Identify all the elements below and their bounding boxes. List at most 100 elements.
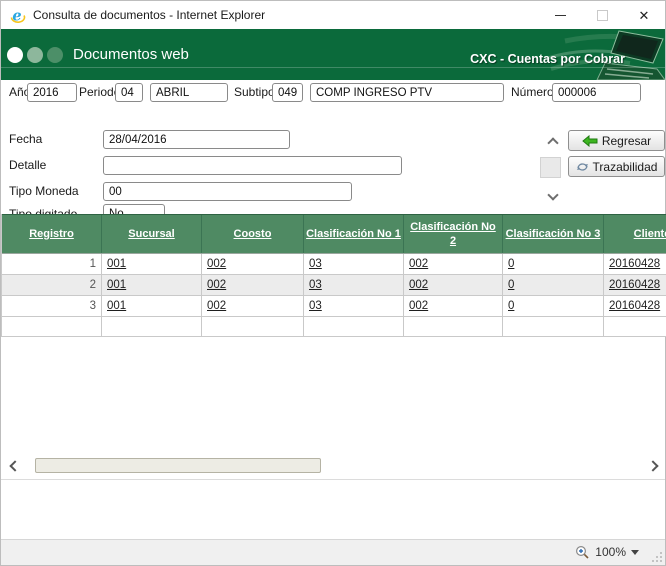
coosto-link[interactable]: 002 — [207, 300, 226, 312]
column-header-sucursal[interactable]: Sucursal — [102, 215, 202, 253]
maximize-icon — [596, 9, 608, 21]
column-header-cliente[interactable]: Cliente — [604, 215, 666, 253]
periodo-name-input[interactable] — [150, 83, 228, 102]
resize-grip-icon[interactable] — [651, 551, 663, 563]
clasificacion1-link[interactable]: 03 — [309, 279, 322, 291]
dot-green-icon — [47, 47, 63, 63]
cell-cliente: 20160428 — [604, 296, 666, 317]
cell-coosto: 002 — [202, 254, 304, 275]
cell-sucursal: 001 — [102, 254, 202, 275]
clasificacion3-link[interactable]: 0 — [508, 279, 514, 291]
sucursal-link[interactable]: 001 — [107, 300, 126, 312]
cell-clasificacion-3: 0 — [503, 254, 604, 275]
zoom-control[interactable]: 100% — [575, 540, 639, 564]
cell-cliente: 20160428 — [604, 275, 666, 296]
tipo-moneda-input[interactable] — [103, 182, 352, 201]
clasificacion2-link[interactable]: 002 — [409, 300, 428, 312]
cell-clasificacion-1: 03 — [304, 254, 404, 275]
cell-clasificacion-3: 0 — [503, 296, 604, 317]
cell-sucursal: 001 — [102, 275, 202, 296]
close-icon: ✕ — [638, 7, 650, 23]
subtipo-code-input[interactable] — [272, 83, 303, 102]
numero-input[interactable] — [552, 83, 641, 102]
periodo-code-input[interactable] — [115, 83, 143, 102]
header-divider-line — [1, 67, 665, 68]
window-controls: ✕ — [539, 1, 665, 29]
svg-text:e: e — [12, 7, 21, 23]
frame-divider — [1, 479, 665, 480]
column-header-coosto[interactable]: Coosto — [202, 215, 304, 253]
coosto-link[interactable]: 002 — [207, 258, 226, 270]
tipo-moneda-label: Tipo Moneda — [9, 184, 79, 198]
app-header: Documentos web CXC - Cuentas por Cobrar — [1, 29, 665, 80]
header-dots — [7, 47, 63, 63]
regresar-button[interactable]: Regresar — [568, 130, 665, 151]
detalle-input[interactable] — [103, 156, 402, 175]
cell-clasificacion-1: 03 — [304, 275, 404, 296]
coosto-link[interactable]: 002 — [207, 279, 226, 291]
hscroll-right-icon[interactable] — [647, 460, 659, 472]
cell-cliente: 20160428 — [604, 254, 666, 275]
clasificacion3-link[interactable]: 0 — [508, 300, 514, 312]
minimize-button[interactable] — [539, 1, 581, 29]
clasificacion1-link[interactable]: 03 — [309, 300, 322, 312]
dot-white-icon — [7, 47, 23, 63]
column-header-clasificacion-1[interactable]: Clasificación No 1 — [304, 215, 404, 253]
trazabilidad-label: Trazabilidad — [592, 159, 658, 174]
status-bar: 100% — [1, 539, 665, 565]
trazabilidad-button[interactable]: Trazabilidad — [568, 156, 665, 177]
cell-clasificacion-3: 0 — [503, 275, 604, 296]
numero-label: Número — [511, 85, 554, 99]
magnifier-zoom-icon — [576, 545, 589, 559]
cliente-link[interactable]: 20160428 — [609, 279, 660, 291]
ano-input[interactable] — [27, 83, 77, 102]
table-header-row: Registro Sucursal Coosto Clasificación N… — [2, 214, 666, 254]
scroll-down-icon[interactable] — [547, 189, 559, 201]
cell-registro: 1 — [2, 254, 102, 275]
hscroll-thumb[interactable] — [35, 458, 321, 473]
column-header-clasificacion-2[interactable]: Clasificación No 2 — [404, 215, 503, 253]
close-button[interactable]: ✕ — [623, 1, 665, 29]
cell-coosto: 002 — [202, 296, 304, 317]
fecha-label: Fecha — [9, 132, 43, 146]
cell-registro: 2 — [2, 275, 102, 296]
cell-clasificacion-2: 002 — [404, 275, 503, 296]
cell-coosto: 002 — [202, 275, 304, 296]
documents-table: Registro Sucursal Coosto Clasificación N… — [1, 214, 666, 337]
subtipo-label: Subtipo — [234, 85, 275, 99]
window-title: Consulta de documentos - Internet Explor… — [33, 8, 266, 22]
dot-lightgreen-icon — [27, 47, 43, 63]
table-row: 2 001 002 03 002 0 20160428 — [2, 275, 666, 296]
trace-icon — [576, 162, 588, 171]
column-header-clasificacion-3[interactable]: Clasificación No 3 — [503, 215, 604, 253]
zoom-level: 100% — [595, 545, 626, 559]
hscroll-left-icon[interactable] — [9, 460, 21, 472]
cliente-link[interactable]: 20160428 — [609, 258, 660, 270]
sucursal-link[interactable]: 001 — [107, 279, 126, 291]
table-row-empty — [2, 317, 666, 337]
title-bar: e Consulta de documentos - Internet Expl… — [1, 1, 665, 29]
page-title: Documentos web — [73, 46, 189, 63]
column-header-registro[interactable]: Registro — [2, 215, 102, 253]
zoom-caret-icon — [631, 549, 639, 555]
scroll-up-icon[interactable] — [547, 137, 559, 149]
scroll-thumb-box[interactable] — [540, 157, 561, 178]
clasificacion3-link[interactable]: 0 — [508, 258, 514, 270]
back-arrow-icon — [582, 134, 598, 147]
cell-clasificacion-2: 002 — [404, 254, 503, 275]
cell-clasificacion-2: 002 — [404, 296, 503, 317]
module-title: CXC - Cuentas por Cobrar — [470, 52, 625, 66]
clasificacion1-link[interactable]: 03 — [309, 258, 322, 270]
cliente-link[interactable]: 20160428 — [609, 300, 660, 312]
detalle-label: Detalle — [9, 158, 47, 172]
clasificacion2-link[interactable]: 002 — [409, 258, 428, 270]
sucursal-link[interactable]: 001 — [107, 258, 126, 270]
cell-sucursal: 001 — [102, 296, 202, 317]
clasificacion2-link[interactable]: 002 — [409, 279, 428, 291]
table-row: 1 001 002 03 002 0 20160428 — [2, 254, 666, 275]
cell-clasificacion-1: 03 — [304, 296, 404, 317]
maximize-button[interactable] — [581, 1, 623, 29]
fecha-input[interactable] — [103, 130, 290, 149]
table-row: 3 001 002 03 002 0 20160428 — [2, 296, 666, 317]
subtipo-name-input[interactable] — [310, 83, 504, 102]
